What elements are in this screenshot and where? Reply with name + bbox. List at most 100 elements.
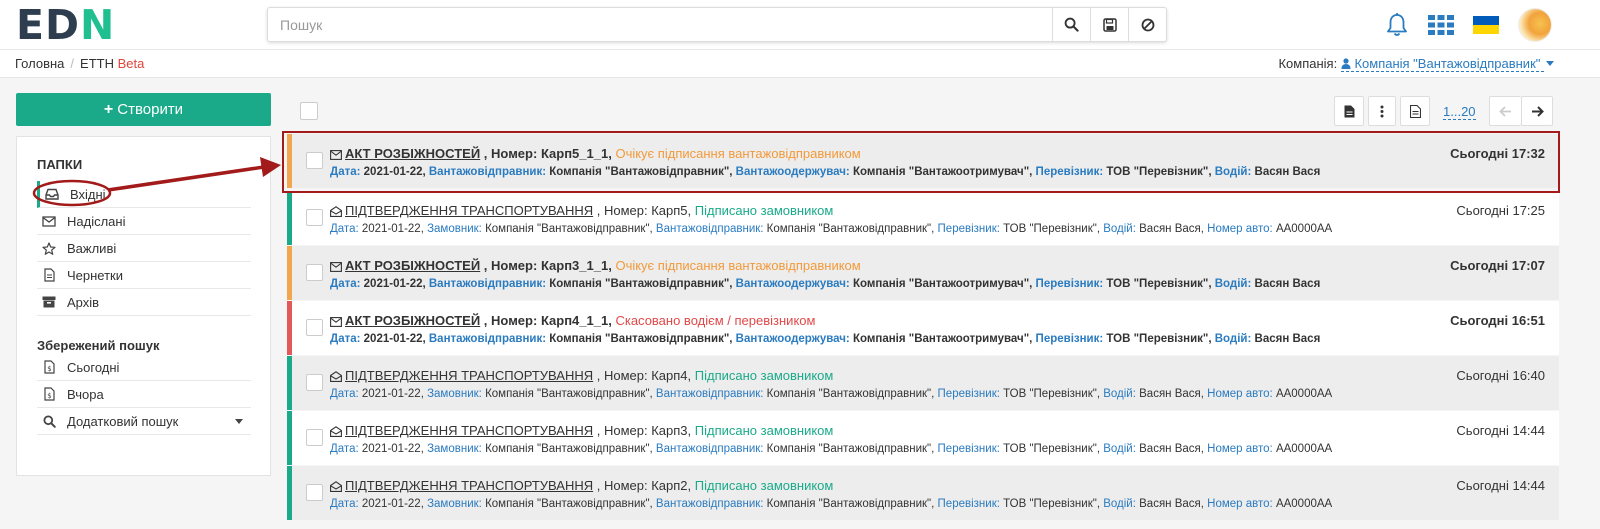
search-icon — [1064, 17, 1079, 32]
prev-page-button[interactable] — [1489, 96, 1521, 126]
notifications-button[interactable] — [1383, 10, 1411, 40]
sidebar-item-inbox[interactable]: Вхідні — [37, 181, 251, 208]
pagination-range[interactable]: 1...20 — [1443, 104, 1476, 120]
saved-search-heading: Збережений пошук — [37, 338, 160, 353]
party1-label: Вантажовідправник: — [428, 166, 547, 178]
chevron-down-icon[interactable] — [1546, 61, 1554, 66]
number-label: Номер: — [603, 203, 648, 218]
language-switch[interactable] — [1472, 10, 1500, 40]
party2-label: Вантажовідправник: — [655, 388, 764, 400]
create-button[interactable]: + Створити — [16, 93, 271, 126]
document-row[interactable]: ПІДТВЕРДЖЕННЯ ТРАНСПОРТУВАННЯ , Номер: К… — [287, 191, 1559, 245]
chevron-down-icon[interactable] — [235, 419, 243, 424]
export-doc-icon — [1344, 105, 1354, 117]
number-value: Карп4_1_1 — [540, 313, 609, 328]
sidebar-item-drafts[interactable]: Чернетки — [37, 262, 251, 289]
more-actions-button[interactable] — [1368, 96, 1396, 126]
sidebar-item-label: Вхідні — [70, 186, 106, 202]
export-button[interactable] — [1334, 96, 1364, 126]
document-type-link[interactable]: ПІДТВЕРДЖЕННЯ ТРАНСПОРТУВАННЯ — [345, 368, 593, 383]
document-type-link[interactable]: АКТ РОЗБІЖНОСТЕЙ — [345, 313, 480, 328]
arrow-left-icon — [1499, 105, 1511, 117]
sidebar-item-today[interactable]: $ Сьогодні — [37, 354, 251, 381]
row-checkbox[interactable] — [306, 374, 323, 391]
archive-icon — [41, 294, 57, 310]
company-dropdown[interactable]: Компанія "Вантажовідправник" — [1340, 56, 1544, 72]
search-input[interactable] — [268, 8, 1052, 41]
document-title-line: АКТ РОЗБІЖНОСТЕЙ , Номер: Карп4_1_1, Ска… — [330, 313, 815, 328]
row-checkbox[interactable] — [306, 209, 323, 226]
document-row[interactable]: ПІДТВЕРДЖЕННЯ ТРАНСПОРТУВАННЯ , Номер: К… — [287, 356, 1559, 410]
envelope-icon — [330, 150, 342, 160]
document-time: Сьогодні 14:44 — [1456, 478, 1545, 493]
top-bar: ED N — [0, 0, 1600, 50]
driver-label: Водій: — [1103, 443, 1136, 455]
document-type-link[interactable]: АКТ РОЗБІЖНОСТЕЙ — [345, 146, 480, 161]
document-title-line: ПІДТВЕРДЖЕННЯ ТРАНСПОРТУВАННЯ , Номер: К… — [330, 203, 833, 218]
document-type-link[interactable]: АКТ РОЗБІЖНОСТЕЙ — [345, 258, 480, 273]
carrier-label: Перевізник: — [1035, 333, 1104, 345]
driver-value: Васян Вася — [1139, 498, 1201, 510]
date-label: Дата: — [330, 498, 359, 510]
envelope-icon — [330, 262, 342, 272]
row-checkbox[interactable] — [306, 152, 323, 169]
document-row[interactable]: АКТ РОЗБІЖНОСТЕЙ , Номер: Карп5_1_1, Очі… — [287, 134, 1559, 188]
document-details-line: Дата: 2021-01-22, Вантажовідправник: Ком… — [330, 166, 1321, 178]
sidebar-item-label: Вчора — [67, 386, 104, 402]
party1-label: Замовник: — [427, 388, 482, 400]
document-row[interactable]: АКТ РОЗБІЖНОСТЕЙ , Номер: Карп3_1_1, Очі… — [287, 246, 1559, 300]
breadcrumb: Головна / ЕТТН Beta — [15, 56, 144, 71]
document-view-button[interactable] — [1400, 96, 1430, 126]
driver-value: Васян Вася — [1254, 333, 1321, 345]
status-text: Підписано замовником — [694, 203, 834, 218]
carrier-value: ТОВ "Перевізник" — [1106, 278, 1209, 290]
svg-text:$: $ — [47, 392, 51, 400]
document-details-line: Дата: 2021-01-22, Замовник: Компанія "Ва… — [330, 498, 1333, 510]
row-checkbox[interactable] — [306, 319, 323, 336]
sidebar-item-sent[interactable]: Надіслані — [37, 208, 251, 235]
party1-value: Компанія "Вантажовідправник" — [549, 333, 730, 345]
document-type-link[interactable]: ПІДТВЕРДЖЕННЯ ТРАНСПОРТУВАННЯ — [345, 423, 593, 438]
plate-value: АА0000АА — [1275, 223, 1333, 235]
envelope-open-icon — [330, 371, 342, 382]
row-checkbox[interactable] — [306, 484, 323, 501]
document-title-line: ПІДТВЕРДЖЕННЯ ТРАНСПОРТУВАННЯ , Номер: К… — [330, 368, 833, 383]
date-value: 2021-01-22 — [361, 443, 421, 455]
breadcrumb-home[interactable]: Головна — [15, 56, 64, 71]
carrier-label: Перевізник: — [1035, 166, 1104, 178]
driver-value: Васян Вася — [1139, 388, 1201, 400]
envelope-icon — [41, 213, 57, 229]
party1-value: Компанія "Вантажовідправник" — [485, 498, 650, 510]
search-button[interactable] — [1052, 8, 1090, 41]
select-all-checkbox[interactable] — [300, 102, 318, 120]
save-search-button[interactable] — [1090, 8, 1128, 41]
sidebar-item-yesterday[interactable]: $ Вчора — [37, 381, 251, 408]
number-label: Номер: — [491, 146, 538, 161]
document-type-link[interactable]: ПІДТВЕРДЖЕННЯ ТРАНСПОРТУВАННЯ — [345, 203, 593, 218]
bell-icon — [1387, 13, 1407, 36]
document-type-link[interactable]: ПІДТВЕРДЖЕННЯ ТРАНСПОРТУВАННЯ — [345, 478, 593, 493]
party2-label: Вантажоодержувач: — [735, 333, 850, 345]
date-label: Дата: — [330, 223, 359, 235]
sidebar-item-advanced-search[interactable]: Додатковий пошук — [37, 408, 251, 435]
user-menu[interactable] — [1517, 7, 1553, 43]
document-row[interactable]: ПІДТВЕРДЖЕННЯ ТРАНСПОРТУВАННЯ , Номер: К… — [287, 411, 1559, 465]
document-row[interactable]: АКТ РОЗБІЖНОСТЕЙ , Номер: Карп4_1_1, Ска… — [287, 301, 1559, 355]
sidebar-item-label: Архів — [67, 294, 100, 310]
party1-value: Компанія "Вантажовідправник" — [549, 278, 730, 290]
sidebar-item-archive[interactable]: Архів — [37, 289, 251, 316]
row-checkbox[interactable] — [306, 264, 323, 281]
clear-search-button[interactable] — [1128, 8, 1166, 41]
apps-button[interactable] — [1427, 10, 1455, 40]
driver-label: Водій: — [1214, 278, 1252, 290]
row-checkbox[interactable] — [306, 429, 323, 446]
edin-logo[interactable]: ED N — [16, 1, 115, 49]
document-row[interactable]: ПІДТВЕРДЖЕННЯ ТРАНСПОРТУВАННЯ , Номер: К… — [287, 466, 1559, 520]
sidebar-item-important[interactable]: Важливі — [37, 235, 251, 262]
next-page-button[interactable] — [1521, 96, 1553, 126]
status-text: Скасовано водієм / перевізником — [615, 313, 816, 328]
sidebar-item-label: Додатковий пошук — [67, 413, 179, 429]
date-label: Дата: — [330, 443, 359, 455]
driver-value: Васян Вася — [1254, 166, 1321, 178]
carrier-label: Перевізник: — [937, 223, 1000, 235]
